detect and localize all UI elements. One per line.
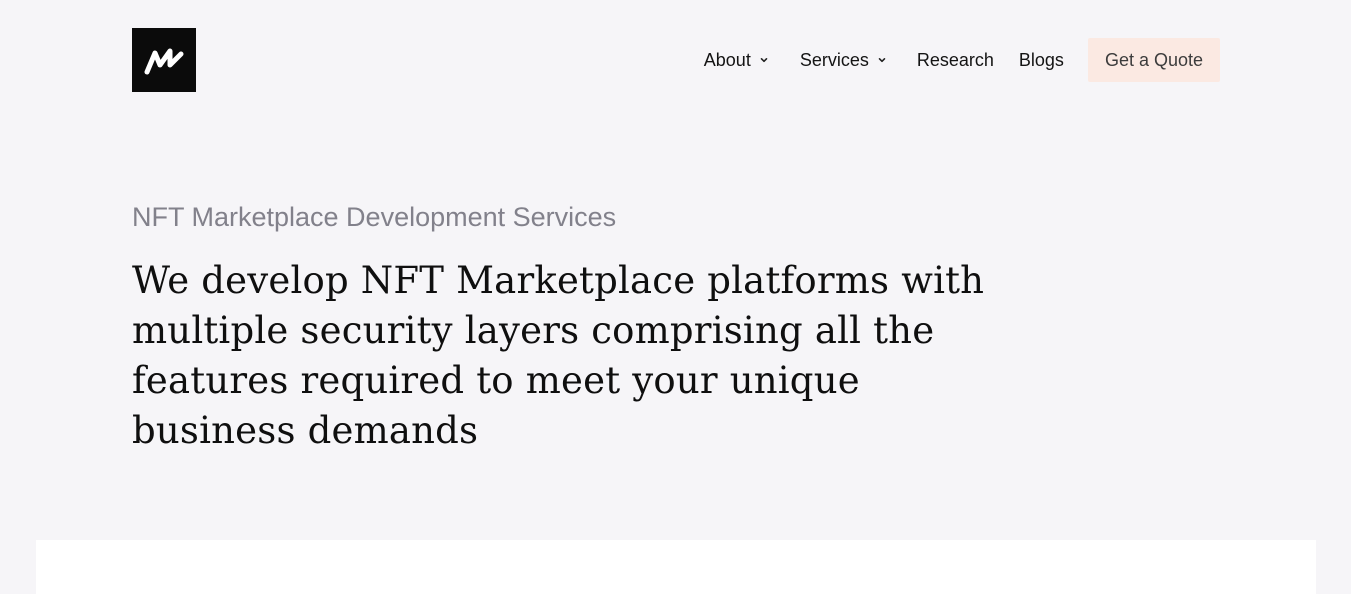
w-logo-icon bbox=[144, 48, 184, 75]
hero-eyebrow: NFT Marketplace Development Services bbox=[132, 202, 617, 232]
nav-item-about-label: About bbox=[703, 49, 751, 70]
content-panel bbox=[36, 540, 1316, 594]
chevron-down-icon bbox=[878, 58, 886, 63]
nav-item-about[interactable]: About bbox=[704, 50, 769, 71]
main-nav: About Services Research Blogs Get a Quot… bbox=[704, 38, 1220, 82]
nav-item-services[interactable]: Services bbox=[800, 50, 887, 71]
nav-item-blogs-label: Blogs bbox=[1018, 49, 1064, 70]
nav-item-blogs[interactable]: Blogs bbox=[1019, 50, 1064, 71]
nav-item-research[interactable]: Research bbox=[917, 50, 994, 71]
site-logo[interactable] bbox=[132, 28, 196, 92]
chevron-down-icon bbox=[760, 58, 768, 63]
nav-item-services-label: Services bbox=[799, 49, 869, 70]
nav-item-research-label: Research bbox=[916, 49, 994, 70]
get-a-quote-button[interactable]: Get a Quote bbox=[1087, 38, 1220, 82]
hero-headline: We develop NFT Marketplace platforms wit… bbox=[132, 259, 985, 452]
